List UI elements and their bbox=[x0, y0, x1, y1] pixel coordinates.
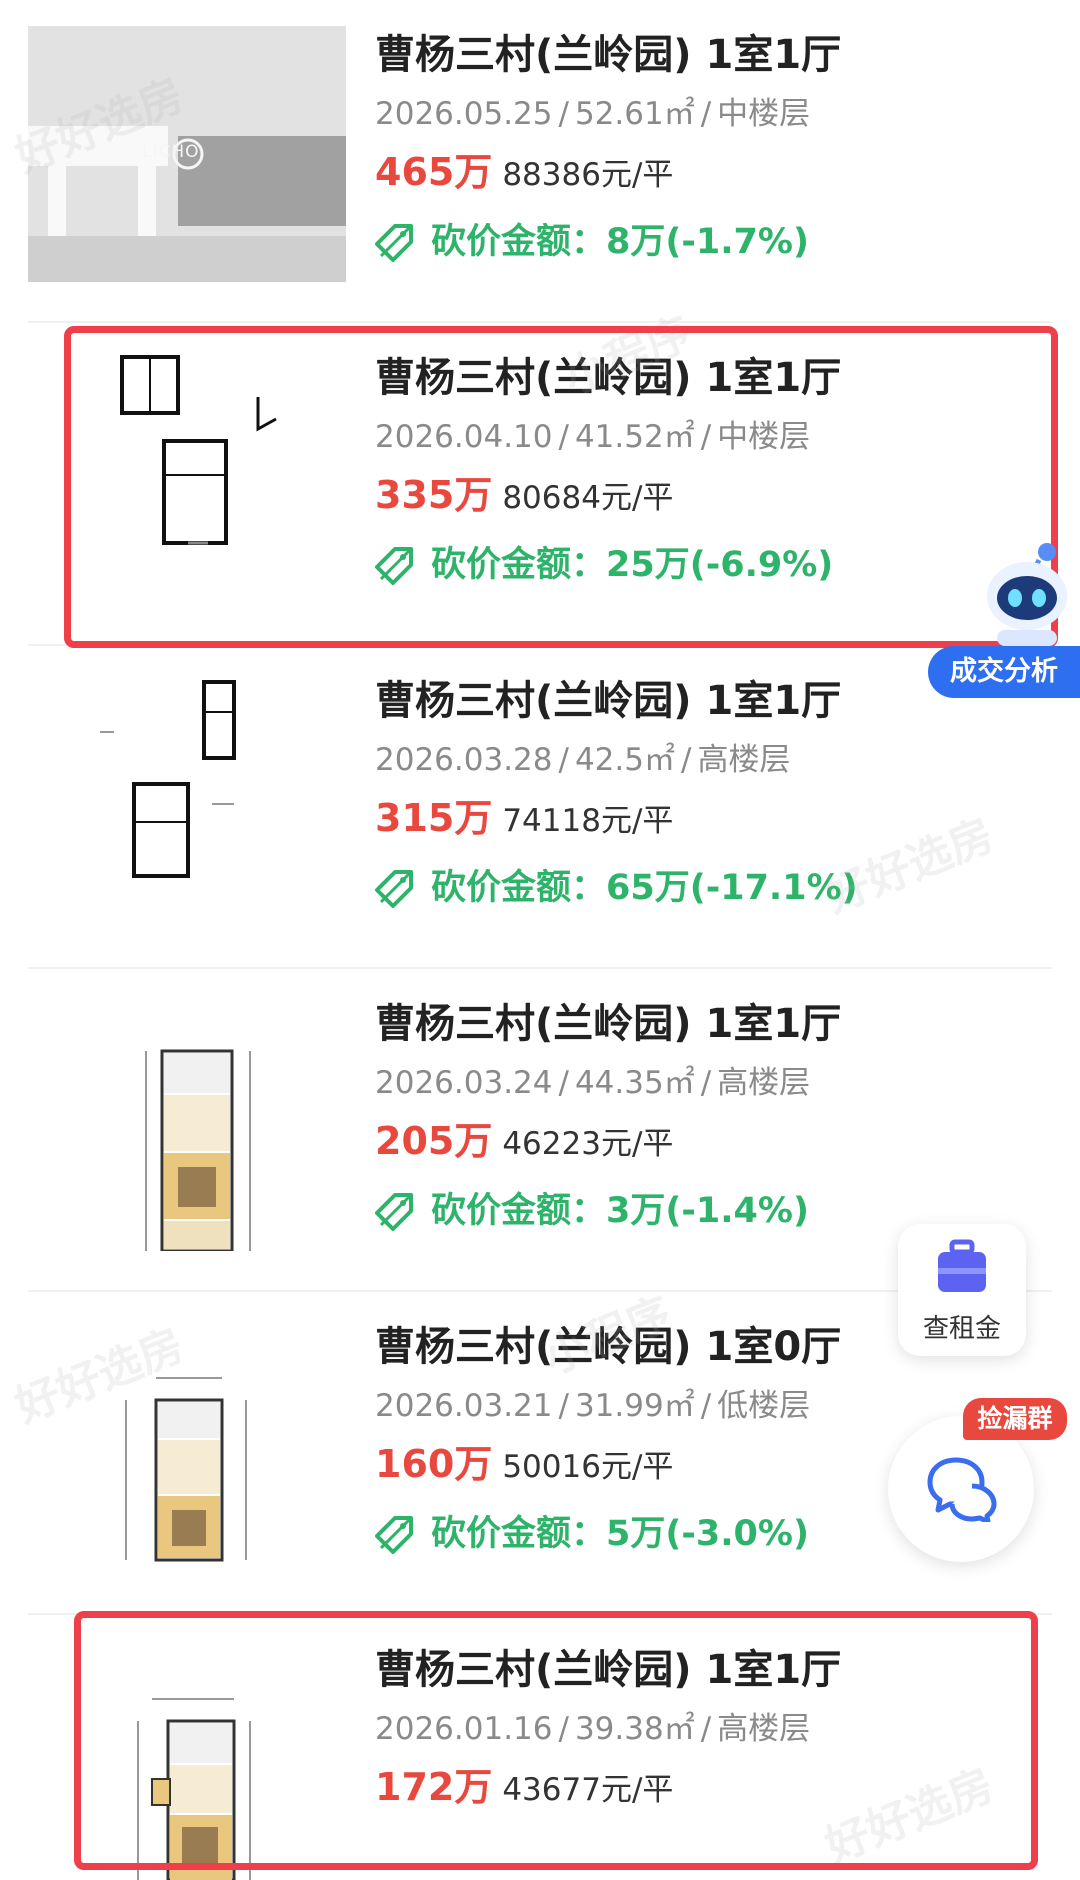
price-row: 315万 74118元/平 bbox=[375, 796, 975, 840]
meta-separator: / bbox=[558, 96, 569, 132]
price-cut-row: 砍价金额：3万(-1.4%) bbox=[375, 1189, 975, 1233]
price-row: 205万 46223元/平 bbox=[375, 1119, 975, 1163]
listing-list: LICHO 曹杨三村(兰岭园) 1室1厅 2026.05.25/52.61㎡ / 中… bbox=[0, 0, 1080, 1880]
floor-plan-thumb[interactable] bbox=[28, 995, 346, 1251]
listing-area: 31.99㎡ bbox=[574, 1388, 695, 1424]
listing-info: 曹杨三村(兰岭园) 1室1厅 2026.03.28/42.5㎡ / 高楼层 315万… bbox=[375, 676, 975, 910]
price-tag-icon bbox=[375, 1516, 413, 1554]
chat-bubbles-icon bbox=[927, 1457, 997, 1522]
listing-card[interactable]: LICHO 曹杨三村(兰岭园) 1室1厅 2026.05.25/52.61㎡ / 中… bbox=[0, 0, 1080, 323]
listing-title[interactable]: 曹杨三村(兰岭园) 1室0厅 bbox=[375, 1322, 975, 1372]
listing-info: 曹杨三村(兰岭园) 1室0厅 2026.03.21/31.99㎡ / 低楼层 160… bbox=[375, 1322, 975, 1556]
listing-floor: 低楼层 bbox=[717, 1388, 811, 1424]
meta-separator: / bbox=[700, 1388, 712, 1424]
price-cut-row: 砍价金额：5万(-3.0%) bbox=[375, 1512, 975, 1556]
price-cut-label: 砍价金额：3万(-1.4%) bbox=[431, 1191, 809, 1231]
meta-separator: / bbox=[558, 742, 569, 778]
price-tag-icon bbox=[375, 1193, 413, 1231]
deal-date: 2026.03.28 bbox=[375, 742, 553, 778]
unit-price: 50016元/平 bbox=[502, 1449, 674, 1485]
robot-mascot-icon[interactable] bbox=[975, 538, 1075, 648]
price-cut-row: 砍价金额：8万(-1.7%) bbox=[375, 220, 975, 264]
bargain-group-badge: 捡漏群 bbox=[963, 1398, 1067, 1440]
listing-floor: 高楼层 bbox=[717, 1065, 811, 1101]
floor-plan-image bbox=[100, 680, 236, 878]
price-cut-row: 砍价金额：65万(-17.1%) bbox=[375, 866, 975, 910]
listing-title[interactable]: 曹杨三村(兰岭园) 1室1厅 bbox=[375, 999, 975, 1049]
listing-floor: 高楼层 bbox=[697, 742, 791, 778]
unit-price: 88386元/平 bbox=[502, 157, 674, 193]
listing-info: 曹杨三村(兰岭园) 1室1厅 2026.03.24/44.35㎡ / 高楼层 205… bbox=[375, 999, 975, 1233]
unit-price: 74118元/平 bbox=[502, 803, 674, 839]
listing-photo[interactable]: LICHO bbox=[28, 26, 346, 282]
highlight-box bbox=[74, 1611, 1038, 1870]
price-tag-icon bbox=[375, 870, 413, 908]
meta-separator: / bbox=[700, 96, 712, 132]
deal-date: 2026.03.21 bbox=[375, 1388, 553, 1424]
price-row: 465万 88386元/平 bbox=[375, 150, 975, 194]
listing-meta: 2026.03.24/44.35㎡ / 高楼层 bbox=[375, 1063, 975, 1103]
check-rent-button[interactable]: 查租金 bbox=[898, 1224, 1026, 1356]
unit-price: 46223元/平 bbox=[502, 1126, 674, 1162]
deal-date: 2026.03.24 bbox=[375, 1065, 553, 1101]
listing-floor: 中楼层 bbox=[717, 96, 811, 132]
floor-plan-image bbox=[145, 1049, 251, 1251]
suitcase-icon bbox=[938, 1239, 986, 1292]
deal-analysis-button[interactable]: 成交分析 bbox=[928, 646, 1080, 698]
floor-plan-thumb[interactable] bbox=[28, 672, 346, 928]
floor-plan-image bbox=[125, 1377, 247, 1562]
meta-separator: / bbox=[558, 1388, 569, 1424]
listing-meta: 2026.05.25/52.61㎡ / 中楼层 bbox=[375, 94, 975, 134]
deal-date: 2026.05.25 bbox=[375, 96, 553, 132]
listing-title[interactable]: 曹杨三村(兰岭园) 1室1厅 bbox=[375, 30, 975, 80]
price-row: 160万 50016元/平 bbox=[375, 1442, 975, 1486]
total-price: 205万 bbox=[375, 1119, 493, 1163]
photo-caption: LICHO bbox=[142, 142, 200, 162]
listing-meta: 2026.03.28/42.5㎡ / 高楼层 bbox=[375, 740, 975, 780]
listing-info: 曹杨三村(兰岭园) 1室1厅 2026.05.25/52.61㎡ / 中楼层 465… bbox=[375, 30, 975, 264]
floor-plan-thumb[interactable] bbox=[28, 1318, 346, 1574]
listing-meta: 2026.03.21/31.99㎡ / 低楼层 bbox=[375, 1386, 975, 1426]
listing-card[interactable]: 曹杨三村(兰岭园) 1室1厅 2026.03.28/42.5㎡ / 高楼层 315万… bbox=[0, 646, 1080, 969]
price-tag-icon bbox=[375, 224, 413, 262]
total-price: 465万 bbox=[375, 150, 493, 194]
deal-analysis-label: 成交分析 bbox=[950, 656, 1058, 687]
listing-area: 42.5㎡ bbox=[574, 742, 675, 778]
meta-separator: / bbox=[558, 1065, 569, 1101]
bargain-group-label: 捡漏群 bbox=[977, 1404, 1053, 1433]
price-cut-label: 砍价金额：5万(-3.0%) bbox=[431, 1514, 809, 1554]
total-price: 315万 bbox=[375, 796, 493, 840]
check-rent-label: 查租金 bbox=[922, 1314, 1001, 1344]
highlight-box bbox=[64, 326, 1058, 648]
listing-area: 52.61㎡ bbox=[574, 96, 695, 132]
price-cut-label: 砍价金额：65万(-17.1%) bbox=[431, 868, 858, 908]
listing-area: 44.35㎡ bbox=[574, 1065, 695, 1101]
listing-title[interactable]: 曹杨三村(兰岭园) 1室1厅 bbox=[375, 676, 975, 726]
meta-separator: / bbox=[700, 1065, 712, 1101]
meta-separator: / bbox=[680, 742, 692, 778]
total-price: 160万 bbox=[375, 1442, 493, 1486]
price-cut-label: 砍价金额：8万(-1.7%) bbox=[431, 222, 809, 262]
